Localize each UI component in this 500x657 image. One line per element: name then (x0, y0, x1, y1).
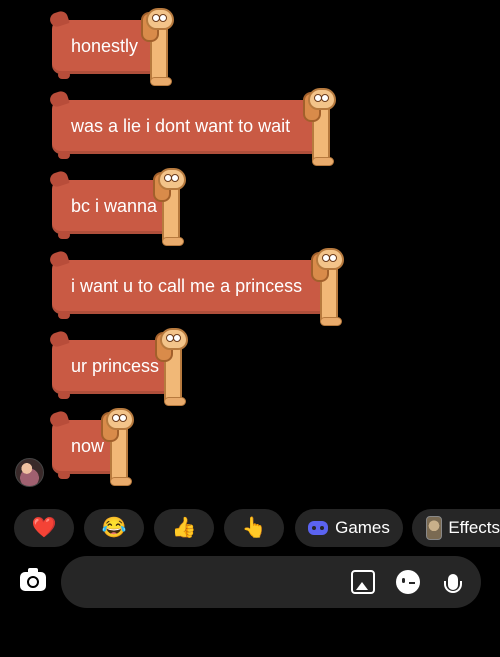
games-label: Games (335, 518, 390, 537)
message-composer (61, 556, 481, 608)
laughing-tears-icon: 😂 (101, 517, 127, 539)
dog-sticker-icon (141, 8, 176, 86)
effects-thumbnail-icon (426, 516, 443, 540)
thumbs-up-icon: 👍 (171, 517, 197, 539)
dog-sticker-icon (303, 88, 338, 166)
gallery-button[interactable] (349, 568, 377, 596)
dog-sticker-icon (101, 408, 136, 486)
message-text: now (71, 436, 105, 456)
avatar[interactable] (15, 458, 44, 487)
message-bubble[interactable]: i want u to call me a princess (48, 248, 344, 326)
dog-sticker-icon (153, 168, 188, 246)
reaction-laugh-button[interactable]: 😂 (84, 509, 144, 547)
camera-icon (20, 567, 46, 591)
sticker-button[interactable] (394, 568, 422, 596)
camera-button[interactable] (14, 562, 52, 600)
games-button[interactable]: Games (295, 509, 403, 547)
message-text: bc i wanna (71, 196, 158, 216)
message-bubble[interactable]: ur princess (48, 328, 188, 406)
message-input[interactable] (79, 570, 343, 596)
red-heart-icon: ❤️ (31, 517, 57, 539)
message-text: i want u to call me a princess (71, 276, 303, 296)
voice-message-button[interactable] (439, 568, 467, 596)
microphone-icon (444, 574, 462, 593)
reaction-heart-button[interactable]: ❤️ (14, 509, 74, 547)
dog-sticker-icon (155, 328, 190, 406)
message-text: ur princess (71, 356, 160, 376)
image-gallery-icon (351, 570, 375, 594)
sticker-face-icon (396, 570, 420, 594)
message-bubble[interactable]: now (48, 408, 134, 486)
dog-sticker-icon (311, 248, 346, 326)
message-text: was a lie i dont want to wait (71, 116, 291, 136)
message-thread: honestly was a lie i dont want to wait b… (0, 0, 500, 500)
message-bubble[interactable]: was a lie i dont want to wait (48, 88, 336, 166)
quick-reactions-bar: ❤️ 😂 👍 👆 Games Effects (0, 509, 500, 549)
reaction-thumbs-up-button[interactable]: 👍 (154, 509, 214, 547)
pointing-hand-icon: 👆 (241, 517, 267, 539)
message-bubble[interactable]: honestly (48, 8, 174, 86)
effects-label: Effects (448, 518, 500, 537)
game-controller-icon (308, 521, 329, 535)
message-bubble[interactable]: bc i wanna (48, 168, 186, 246)
reaction-pointing-button[interactable]: 👆 (224, 509, 284, 547)
message-text: honestly (71, 36, 139, 56)
effects-button[interactable]: Effects (412, 509, 500, 547)
